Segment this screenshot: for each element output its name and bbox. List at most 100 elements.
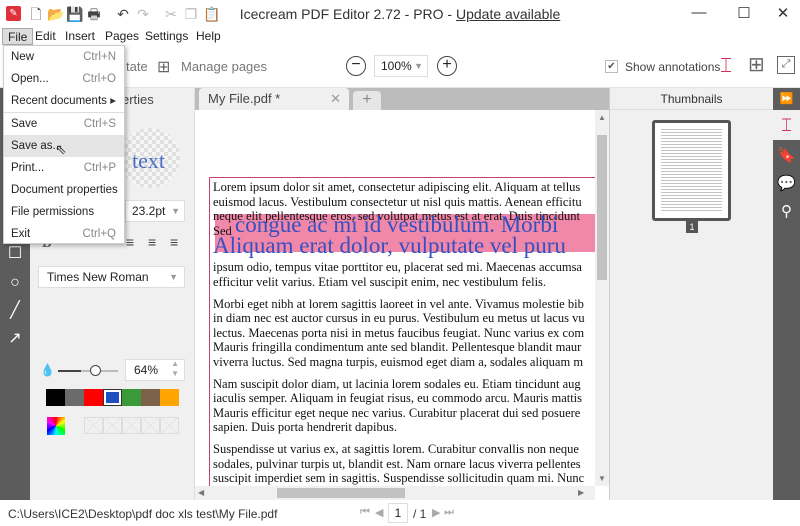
menu-item-shortcut: Ctrl+N: [83, 51, 116, 63]
empty-color-slot[interactable]: [141, 417, 160, 434]
scroll-up-icon[interactable]: ▲: [598, 113, 606, 122]
file-menu-item-document-properties[interactable]: Document properties: [4, 179, 124, 201]
align-center-button[interactable]: ≡: [148, 234, 156, 250]
menu-item-shortcut: ▸: [110, 95, 116, 107]
empty-color-slot[interactable]: [122, 417, 141, 434]
next-page-button[interactable]: ▶: [432, 506, 440, 519]
custom-color-picker[interactable]: [47, 417, 65, 435]
file-menu-item-print[interactable]: Print... Ctrl+P: [4, 157, 124, 179]
bookmarks-icon[interactable]: 🔖: [773, 146, 800, 164]
file-menu-item-exit[interactable]: Exit Ctrl+Q: [4, 223, 124, 245]
empty-color-slot[interactable]: [84, 417, 103, 434]
opacity-slider-handle[interactable]: [90, 365, 102, 376]
properties-tab[interactable]: erties: [122, 92, 154, 107]
paragraph: Nam suscipit dolor diam, ut lacinia lore…: [213, 377, 595, 435]
previous-page-button[interactable]: ◀: [375, 506, 383, 519]
scroll-right-icon[interactable]: ▶: [578, 488, 584, 497]
annotation-text[interactable]: Aliquam erat dolor, vulputate vel puru: [213, 234, 566, 257]
menu-item-label: Recent documents: [11, 95, 107, 107]
line-tool-icon[interactable]: ╱: [5, 301, 25, 321]
text-line: lectus. Maecenas porta nisi in metus fau…: [213, 325, 585, 340]
menu-item-shortcut: Ctrl+Q: [82, 228, 116, 240]
status-bar: C:\Users\ICE2\Desktop\pdf doc xls test\M…: [0, 500, 800, 526]
menu-item-shortcut: Ctrl+S: [83, 118, 116, 130]
menu-file[interactable]: File: [2, 28, 34, 45]
color-swatch[interactable]: [46, 389, 65, 406]
annotate-button[interactable]: tate: [126, 59, 148, 74]
align-left-button[interactable]: ≡: [126, 234, 134, 250]
menu-bar: File Edit Insert Pages Settings Help: [0, 28, 800, 45]
page-number-input[interactable]: 1: [388, 503, 408, 523]
text-line: sodales, pulvinar turpis ut, blandit est…: [213, 456, 581, 471]
page-total: / 1: [413, 507, 427, 521]
file-menu-item-new[interactable]: New Ctrl+N: [4, 46, 124, 68]
comments-icon[interactable]: 💬: [773, 174, 800, 192]
close-tab-icon[interactable]: ✕: [330, 88, 341, 110]
update-available-link[interactable]: Update available: [456, 6, 560, 22]
text-line: ipsum odio, tempus vitae porttitor eu, p…: [213, 260, 582, 275]
color-swatch[interactable]: [160, 389, 179, 406]
color-swatch[interactable]: [84, 389, 103, 406]
document-view[interactable]: Lorem ipsum dolor sit amet, consectetur …: [195, 110, 595, 486]
font-family-select[interactable]: Times New Roman ▼: [38, 266, 185, 288]
font-size-select[interactable]: 23.2pt ▼: [125, 200, 185, 222]
grid-view-icon[interactable]: ⊞: [748, 55, 765, 75]
menu-item-label: Save: [11, 118, 38, 130]
zoom-in-button[interactable]: +: [437, 56, 457, 76]
menu-help[interactable]: Help: [191, 28, 226, 45]
menu-insert[interactable]: Insert: [60, 28, 100, 45]
arrow-tool-icon[interactable]: ↗: [5, 329, 25, 349]
file-menu-item-recent-documents[interactable]: Recent documents ▸: [4, 90, 124, 112]
collapse-panel-icon[interactable]: ⏩: [773, 88, 800, 110]
menu-item-label: Open...: [11, 73, 49, 85]
vertical-scrollbar[interactable]: ▲ ▼: [595, 110, 609, 486]
opacity-slider[interactable]: [58, 365, 118, 376]
zoom-select[interactable]: 100% ▼: [374, 55, 428, 77]
ellipse-tool-icon[interactable]: ○: [5, 273, 25, 293]
menu-edit[interactable]: Edit: [30, 28, 61, 45]
page-thumbnail[interactable]: [652, 120, 731, 221]
thumbnails-panel-icon[interactable]: ⌶: [773, 110, 800, 140]
align-right-button[interactable]: ≡: [170, 234, 178, 250]
color-swatch[interactable]: [141, 389, 160, 406]
fullscreen-icon[interactable]: ⤢: [777, 56, 795, 74]
tab-my-file[interactable]: My File.pdf * ✕: [199, 88, 349, 110]
search-icon[interactable]: ⚲: [773, 202, 800, 220]
menu-item-shortcut: Ctrl+O: [82, 73, 116, 85]
thumbnails-title: Thumbnails: [610, 88, 773, 110]
zoom-out-button[interactable]: −: [346, 56, 366, 76]
single-page-view-icon[interactable]: ⌶: [720, 56, 732, 76]
color-swatch[interactable]: [65, 389, 84, 406]
color-swatch[interactable]: [103, 389, 122, 406]
empty-color-slot[interactable]: [160, 417, 179, 434]
file-menu-item-file-permissions[interactable]: File permissions: [4, 201, 124, 223]
rectangle-tool-icon[interactable]: ☐: [5, 244, 25, 264]
document-tabs: My File.pdf * ✕ +: [195, 88, 609, 110]
last-page-button[interactable]: ⏭: [444, 506, 454, 519]
text-preview: text: [132, 148, 165, 173]
first-page-button[interactable]: ⏮: [360, 506, 370, 519]
paragraph: Lorem ipsum dolor sit amet, consectetur …: [213, 180, 595, 290]
menu-item-label: File permissions: [11, 206, 95, 218]
close-button[interactable]: ✕: [768, 4, 798, 24]
maximize-button[interactable]: ☐: [729, 4, 759, 24]
scroll-down-icon[interactable]: ▼: [598, 474, 606, 483]
file-path: C:\Users\ICE2\Desktop\pdf doc xls test\M…: [8, 507, 278, 521]
menu-pages[interactable]: Pages: [100, 28, 144, 45]
menu-settings[interactable]: Settings: [140, 28, 193, 45]
show-annotations-checkbox[interactable]: ✔: [605, 60, 618, 73]
scroll-left-icon[interactable]: ◀: [198, 488, 204, 497]
vertical-scroll-thumb[interactable]: [597, 135, 607, 280]
pdf-page: Lorem ipsum dolor sit amet, consectetur …: [209, 177, 595, 486]
file-menu-item-save[interactable]: Save Ctrl+S: [4, 113, 124, 135]
file-menu-item-open[interactable]: Open... Ctrl+O: [4, 68, 124, 90]
horizontal-scrollbar[interactable]: ◀ ▶: [195, 486, 595, 500]
empty-color-slot[interactable]: [103, 417, 122, 434]
text-line: in diam nec est auctor cursus in eu puru…: [213, 311, 585, 326]
minimize-button[interactable]: —: [684, 4, 714, 24]
new-tab-button[interactable]: +: [353, 91, 381, 110]
manage-pages-button[interactable]: Manage pages: [181, 59, 267, 74]
horizontal-scroll-thumb[interactable]: [277, 488, 405, 498]
opacity-stepper[interactable]: 64% ▲ ▼: [125, 359, 185, 381]
color-swatch[interactable]: [122, 389, 141, 406]
